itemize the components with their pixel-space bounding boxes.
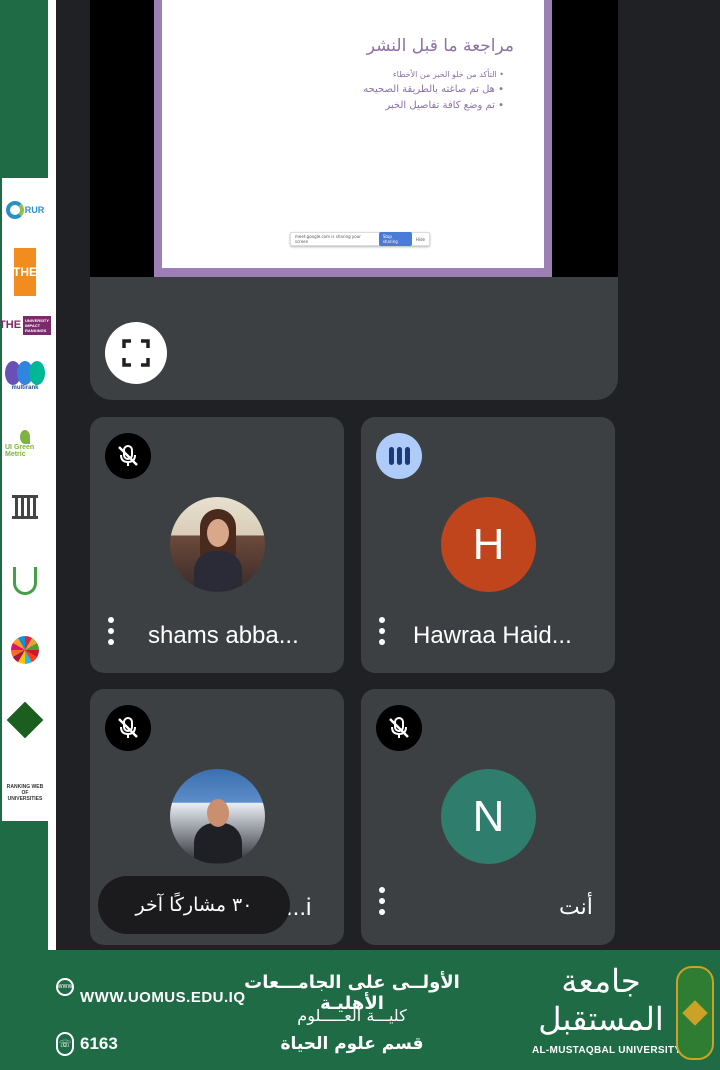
screen-share-bar: meet.google.com is sharing your screen S…: [290, 232, 430, 246]
university-seal-logo: [676, 966, 714, 1060]
stop-sharing-button[interactable]: Stop sharing: [378, 232, 412, 246]
wreath-logo: [5, 554, 45, 608]
participant-avatar-initial: H: [441, 497, 536, 592]
slide-bullet: هل تم صاغته بالطريقة الصحيحه: [363, 84, 504, 95]
participant-tile-hawraa[interactable]: H Hawraa Haid...: [361, 417, 615, 673]
slide-title: مراجعة ما قبل النشر: [366, 36, 514, 56]
participant-name: Hawraa Haid...: [413, 622, 572, 649]
pillar-logo: [5, 490, 45, 524]
mic-off-badge: [376, 705, 422, 751]
other-participants-button[interactable]: ٣٠ مشاركًا آخر: [98, 876, 290, 934]
participant-avatar-initial: N: [441, 769, 536, 864]
more-vert-icon: [108, 617, 114, 623]
webometrics-logo: RANKING WEB OF UNIVERSITIES: [6, 784, 44, 802]
footer-department: قسم علوم الحياة: [280, 1034, 424, 1054]
multirank-logo: multirank: [5, 350, 45, 402]
greenmetric-logo: UI Green Metric: [5, 416, 45, 472]
more-options-button[interactable]: [379, 887, 385, 915]
sdg-logo: [5, 622, 45, 678]
shared-slide: مراجعة ما قبل النشر التأكد من خلو الخبر …: [154, 0, 552, 277]
university-phone: 6163: [80, 1034, 118, 1053]
participant-avatar-photo: [170, 497, 265, 592]
speaking-indicator-icon: [388, 447, 410, 465]
more-options-button[interactable]: [108, 617, 114, 645]
mic-off-badge: [105, 705, 151, 751]
frame-inner-edge: [48, 0, 56, 950]
fullscreen-button[interactable]: [105, 322, 167, 384]
presentation-tile[interactable]: مراجعة ما قبل النشر التأكد من خلو الخبر …: [90, 0, 618, 400]
university-website: WWW.UOMUS.EDU.IQ: [80, 989, 246, 1006]
more-options-button[interactable]: [379, 617, 385, 645]
university-name-arabic: جامعة المستقبل: [538, 962, 664, 1038]
slide-bullet: التأكد من خلو الخبر من الأخطاء: [363, 70, 504, 79]
hide-button[interactable]: Hide: [416, 237, 425, 242]
fullscreen-icon: [122, 339, 150, 367]
slide-bullet: تم وضع كافة تفاصيل الخبر: [363, 100, 504, 111]
speaking-indicator: [376, 433, 422, 479]
slide-bullets: التأكد من خلو الخبر من الأخطاء هل تم صاغ…: [363, 70, 504, 116]
ranking-logos-strip: RUR THE THE UNIVERSITY IMPACT RANKINGS mu…: [0, 178, 51, 821]
globe-icon: WWW: [56, 978, 74, 996]
participant-name: shams abba...: [148, 622, 299, 649]
rur-logo: RUR: [5, 188, 45, 232]
more-vert-icon: [379, 887, 385, 893]
participant-tile-self[interactable]: N أنت: [361, 689, 615, 945]
slide-content: مراجعة ما قبل النشر التأكد من خلو الخبر …: [162, 0, 544, 268]
footer-college: كليـــة العـــــلوم: [297, 1006, 407, 1025]
phone-icon: ☏: [56, 1032, 74, 1056]
mic-off-icon: [118, 445, 138, 466]
participant-tile-shams[interactable]: shams abba...: [90, 417, 344, 673]
mic-off-icon: [118, 717, 138, 738]
more-vert-icon: [379, 617, 385, 623]
mic-off-icon: [389, 717, 409, 738]
university-name-english: AL-MUSTAQBAL UNIVERSITY: [532, 1045, 682, 1056]
the-logo: THE: [13, 248, 37, 296]
the-impact-logo: THE UNIVERSITY IMPACT RANKINGS: [0, 315, 51, 335]
arab-union-logo: [5, 686, 45, 754]
share-bar-text: meet.google.com is sharing your screen: [295, 234, 361, 244]
meet-call-area: مراجعة ما قبل النشر التأكد من خلو الخبر …: [56, 0, 720, 950]
participant-avatar-photo: [170, 769, 265, 864]
participant-name: أنت: [559, 894, 593, 919]
mic-off-badge: [105, 433, 151, 479]
